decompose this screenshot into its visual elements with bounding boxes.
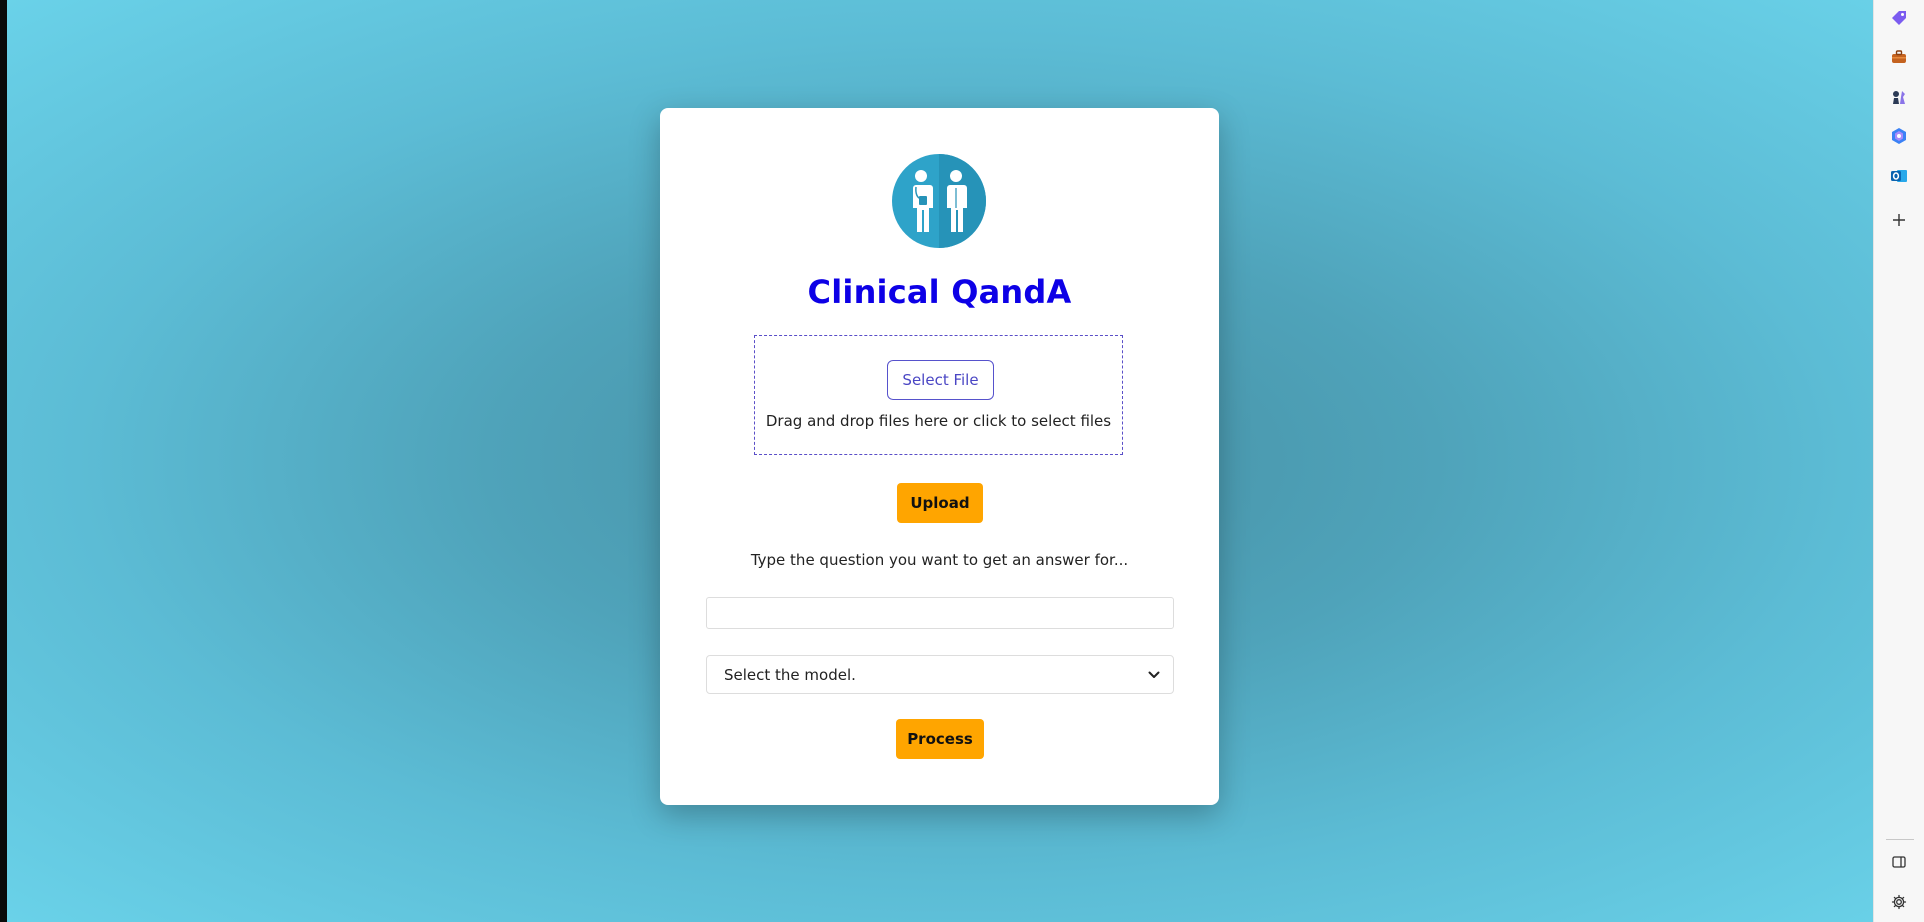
model-select[interactable]: Select the model. <box>706 655 1174 694</box>
select-file-button[interactable]: Select File <box>887 360 994 400</box>
outlook-icon[interactable] <box>1888 165 1910 187</box>
chess-icon[interactable] <box>1888 86 1910 108</box>
window-edge <box>0 0 7 922</box>
browser-sidebar <box>1873 0 1924 922</box>
briefcase-icon[interactable] <box>1888 46 1910 68</box>
chevron-down-icon <box>1148 671 1160 678</box>
main-card: Clinical QandA Select File Drag and drop… <box>660 108 1219 805</box>
sidebar-toggle-icon[interactable] <box>1888 851 1910 873</box>
model-select-value: Select the model. <box>724 666 856 684</box>
upload-button[interactable]: Upload <box>897 483 983 523</box>
browser-viewport: Clinical QandA Select File Drag and drop… <box>0 0 1924 922</box>
file-dropzone[interactable]: Select File Drag and drop files here or … <box>754 335 1123 455</box>
process-button[interactable]: Process <box>896 719 984 759</box>
doctor-patient-logo-icon <box>892 154 986 248</box>
add-icon[interactable] <box>1888 209 1910 231</box>
page-title: Clinical QandA <box>807 273 1072 311</box>
settings-icon[interactable] <box>1888 891 1910 913</box>
tag-icon[interactable] <box>1888 7 1910 29</box>
sidebar-divider <box>1886 839 1914 840</box>
copilot-icon[interactable] <box>1888 125 1910 147</box>
question-prompt: Type the question you want to get an ans… <box>750 551 1129 569</box>
dropzone-instructions: Drag and drop files here or click to sel… <box>765 412 1112 430</box>
question-input[interactable] <box>706 597 1174 629</box>
